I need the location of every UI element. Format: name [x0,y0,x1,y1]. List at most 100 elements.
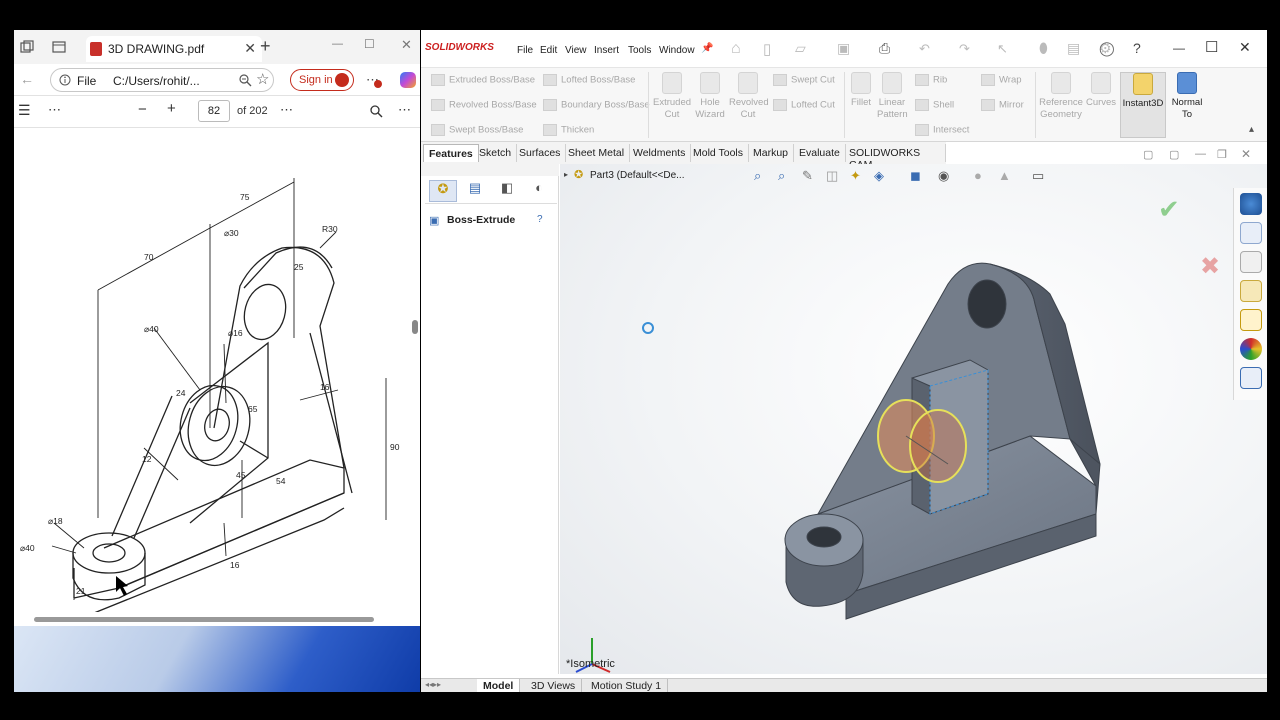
instant3d-button[interactable]: Instant3D [1120,72,1166,138]
linear-pattern-button[interactable]: Linear Pattern [877,72,908,121]
shell-button[interactable]: Shell [915,99,954,111]
tab-sheet-metal[interactable]: Sheet Metal [563,144,631,162]
settings-more-icon[interactable]: ⋯ [398,102,411,118]
maximize-icon[interactable]: ☐ [364,37,375,51]
file-properties-icon[interactable]: ▤ [1067,40,1080,57]
tab-weldments[interactable]: Weldments [628,144,692,162]
sw-minimize-icon[interactable]: — [1173,41,1185,55]
tab-features[interactable]: Features [423,144,479,162]
tab-sketch[interactable]: Sketch [474,144,518,162]
doc-close-icon[interactable]: ✕ [1241,147,1251,161]
swept-boss-button[interactable]: Swept Boss/Base [431,124,523,136]
print-icon[interactable]: ⎙ [879,40,890,57]
panel-splitter[interactable] [421,164,559,176]
property-manager-tab-icon[interactable]: ▤ [461,180,489,202]
menu-window[interactable]: Window [659,45,695,56]
view-palette-icon[interactable] [1239,280,1262,302]
dimxpert-tab-icon[interactable]: ◐ [525,180,553,202]
redo-icon[interactable]: ↷ [959,41,970,57]
select-icon[interactable]: ↖ [997,41,1008,57]
doc-minimize-icon[interactable]: — [1195,148,1206,160]
feature-manager-tab-icon[interactable]: ✪ [429,180,457,202]
normal-to-button[interactable]: Normal To [1169,72,1205,121]
rebuild-icon[interactable]: ⬮ [1039,40,1048,57]
reference-geometry-button[interactable]: Reference Geometry [1039,72,1083,121]
revolved-boss-button[interactable]: Revolved Boss/Base [431,99,537,111]
sw-maximize-icon[interactable]: ☐ [1205,38,1218,56]
page-more-icon[interactable]: ⋯ [280,102,293,118]
menu-edit[interactable]: Edit [540,45,557,56]
hole-wizard-button[interactable]: Hole Wizard [693,72,727,121]
save-icon[interactable]: ▣ [837,40,850,57]
menu-insert[interactable]: Insert [594,45,619,56]
back-icon[interactable]: ← [20,71,34,87]
find-icon[interactable] [370,105,383,118]
horizontal-scrollbar[interactable] [14,612,420,626]
sign-in-button[interactable]: Sign in [290,69,354,91]
undo-icon[interactable]: ↶ [919,41,930,57]
help-circle-icon[interactable]: ? [537,214,543,225]
zoom-out-icon[interactable]: − [138,101,147,118]
favorite-star-icon[interactable]: ☆ [256,70,269,88]
restore-panel-icon[interactable]: ▢ [1143,148,1153,161]
address-bar[interactable]: File C:/Users/rohit/... [50,68,274,92]
lofted-boss-button[interactable]: Lofted Boss/Base [543,74,635,86]
home-icon[interactable]: ⌂ [731,40,741,58]
extruded-cut-button[interactable]: Extruded Cut [653,72,691,121]
design-library-icon[interactable] [1239,222,1262,244]
intersect-button[interactable]: Intersect [915,124,969,136]
swept-cut-button[interactable]: Swept Cut [773,74,835,86]
minimize-icon[interactable]: — [332,38,343,50]
info-icon[interactable] [59,74,71,86]
new-tab-icon[interactable]: + [260,36,271,57]
more-tools-icon[interactable]: ⋯ [48,102,61,118]
split-panel-icon[interactable]: ▢ [1169,148,1179,161]
menu-view[interactable]: View [565,45,587,56]
workspaces-icon[interactable] [20,40,34,54]
scroll-thumb[interactable] [34,617,374,622]
zoom-in-icon[interactable]: + [167,100,176,117]
file-explorer-icon[interactable] [1239,251,1262,273]
page-number-input[interactable]: 82 [198,100,230,122]
appearances-icon[interactable] [1239,309,1262,331]
scenes-icon[interactable] [1239,338,1262,360]
curves-button[interactable]: Curves [1085,72,1117,109]
configuration-manager-tab-icon[interactable]: ◧ [493,180,521,202]
tab-solidworks-cam[interactable]: SOLIDWORKS CAM [844,144,946,171]
thicken-button[interactable]: Thicken [543,124,594,136]
solidworks-resources-icon[interactable] [1239,193,1262,215]
tab-evaluate[interactable]: Evaluate [794,144,846,162]
tab-scroll-arrows-icon[interactable]: ◂◂▸▸ [425,680,441,689]
pdf-tab[interactable]: 3D DRAWING.pdf ✕ [86,36,262,62]
doc-maximize-icon[interactable]: ❐ [1217,148,1227,161]
menu-tools[interactable]: Tools [628,45,651,56]
wrap-button[interactable]: Wrap [981,74,1022,86]
tab-surfaces[interactable]: Surfaces [514,144,567,162]
sw-close-icon[interactable]: ✕ [1239,39,1251,56]
tab-motion-study[interactable]: Motion Study 1 [585,679,669,692]
rib-button[interactable]: Rib [915,74,947,86]
revolved-cut-button[interactable]: Revolved Cut [729,72,769,121]
tab-actions-icon[interactable] [52,40,66,54]
graphics-area[interactable]: ▸ ✪ Part3 (Default<<De... ⌕ ⌕ ✎ ◫ ✦ ◈ ◼ … [560,164,1267,674]
vertical-scrollbar[interactable] [412,320,418,334]
help-icon[interactable]: ? [1133,40,1141,56]
tab-model[interactable]: Model [477,679,521,692]
extruded-boss-button[interactable]: Extruded Boss/Base [431,74,535,86]
collapse-ribbon-icon[interactable]: ▴ [1249,124,1254,135]
close-tab-icon[interactable]: ✕ [244,40,256,57]
boundary-boss-button[interactable]: Boundary Boss/Base [543,99,650,111]
tab-markup[interactable]: Markup [748,144,795,162]
new-file-icon[interactable]: ▯ [763,40,771,58]
custom-properties-icon[interactable] [1239,367,1262,389]
close-window-icon[interactable]: ✕ [401,37,412,53]
lofted-cut-button[interactable]: Lofted Cut [773,99,835,111]
fillet-button[interactable]: Fillet [847,72,875,109]
tab-3d-views[interactable]: 3D Views [525,679,583,692]
tab-mold-tools[interactable]: Mold Tools [688,144,749,162]
copilot-icon[interactable] [400,72,416,88]
pin-icon[interactable]: 📌 [701,43,713,54]
menu-file[interactable]: File [517,45,533,56]
mirror-button[interactable]: Mirror [981,99,1024,111]
zoom-icon[interactable] [239,74,252,87]
